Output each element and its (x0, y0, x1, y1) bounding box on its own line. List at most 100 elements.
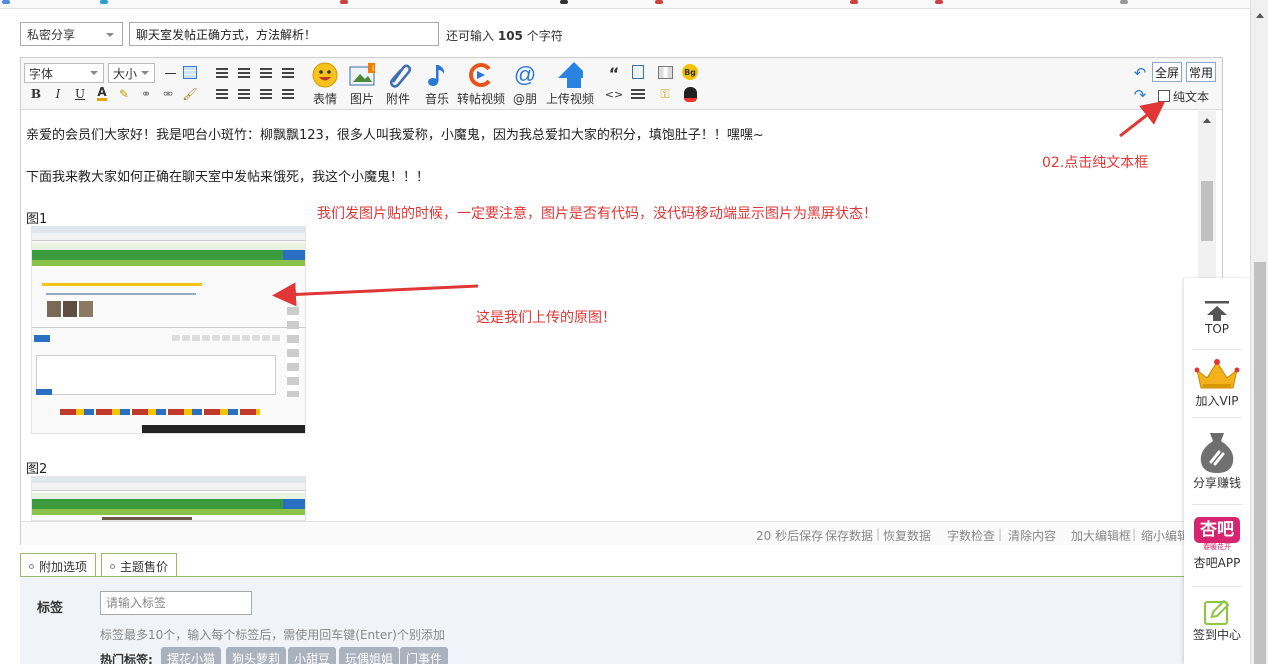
ordered-list-icon (260, 88, 272, 100)
editor-content[interactable]: 亲爱的会员们大家好！我是吧台小斑竹：柳飘飘123，很多人叫我爱称，小魔鬼，因为我… (21, 111, 1206, 521)
hot-tag[interactable]: 摆花小猫 (161, 647, 222, 664)
emoticon-button[interactable]: 表情 (306, 62, 344, 108)
unordered-list-button[interactable] (279, 85, 297, 103)
remain-prefix: 还可输入 (446, 29, 495, 43)
hot-tag[interactable]: 门事件 (400, 647, 449, 664)
align-right-button[interactable] (257, 64, 275, 82)
unordered-list-icon (282, 88, 294, 100)
undo-icon: ↶ (1133, 64, 1147, 82)
table-button[interactable] (181, 63, 199, 81)
hide-button[interactable] (629, 85, 647, 103)
floating-sidepanel: TOP 加入VIP 分享赚钱 杏吧 春暖花开 杏吧APP 签到中心 (1184, 278, 1250, 664)
chevron-down-icon (106, 33, 114, 37)
upload-video-label: 上传视频 (545, 92, 594, 106)
qq-button[interactable] (681, 85, 699, 103)
plain-text-checkbox[interactable] (1158, 90, 1170, 102)
font-color-button[interactable]: A (93, 85, 111, 103)
save-data-link[interactable]: 保存数据 (825, 527, 873, 544)
clear-format-button[interactable]: 🖌 (181, 85, 199, 103)
mention-label: @朋 (512, 92, 537, 106)
fullscreen-button[interactable]: 全屏 (1152, 62, 1183, 82)
rich-text-editor: 字体 大小 B I U A ✎ ⚭ ⚮ 🖌 表情 i 图片 附件 音乐 转帖视频… (20, 57, 1223, 545)
tab-topic-price[interactable]: 主题售价 (101, 553, 178, 577)
link-button[interactable]: ⚭ (137, 85, 155, 103)
back-to-top-button[interactable]: TOP (1184, 300, 1250, 336)
editor-toolbar: 字体 大小 B I U A ✎ ⚭ ⚮ 🖌 表情 i 图片 附件 音乐 转帖视频… (21, 58, 1222, 110)
undo-button[interactable]: ↶ (1131, 64, 1149, 82)
clear-content-link[interactable]: 清除内容 (1008, 527, 1056, 544)
key-icon: ⚿ (660, 86, 670, 101)
redo-button[interactable]: ↷ (1131, 86, 1149, 104)
bold-button[interactable]: B (27, 85, 45, 103)
spellcheck-icon: ✎ (118, 87, 130, 101)
hot-tag[interactable]: 小甜豆 (288, 647, 337, 664)
font-select[interactable]: 字体 (24, 63, 104, 83)
size-select[interactable]: 大小 (108, 63, 155, 83)
hide-icon (631, 88, 645, 100)
top-label: TOP (1204, 322, 1229, 336)
editor-scroll-thumb[interactable] (1201, 181, 1213, 241)
tab-extra-options[interactable]: 附加选项 (20, 553, 97, 577)
background-button[interactable]: Bg (681, 63, 699, 81)
upload-video-button[interactable]: 上传视频 (545, 62, 595, 108)
enlarge-editor-link[interactable]: 加大编辑框 (1071, 527, 1131, 544)
password-button[interactable]: ⚿ (656, 85, 674, 103)
spellcheck-button[interactable]: ✎ (115, 85, 133, 103)
shrink-editor-link[interactable]: 缩小编辑 (1141, 527, 1189, 544)
remain-count: 105 (497, 29, 523, 43)
at-sign-icon: @ (513, 62, 537, 87)
image-button[interactable]: i 图片 (343, 62, 381, 108)
attachment-button[interactable]: 附件 (379, 62, 417, 108)
common-button[interactable]: 常用 (1186, 62, 1217, 82)
horizontal-rule-button[interactable] (161, 64, 179, 82)
outdent-icon (238, 88, 250, 100)
editor-statusbar: 20 秒后保存 保存数据 | 恢复数据 字数检查 | 清除内容 加大编辑框 | … (21, 521, 1222, 545)
smiley-icon (312, 62, 338, 88)
brush-icon: 🖌 (182, 87, 198, 101)
app-download-button[interactable]: 杏吧 春暖花开 杏吧APP (1184, 514, 1250, 571)
align-justify-button[interactable] (279, 64, 297, 82)
title-input[interactable] (129, 22, 439, 46)
tag-input[interactable] (100, 591, 252, 615)
restore-data-link[interactable]: 恢复数据 (883, 527, 931, 544)
figure-1-label: 图1 (26, 212, 48, 227)
unlink-button[interactable]: ⚮ (159, 85, 177, 103)
columns-button[interactable] (656, 63, 674, 81)
scroll-up-icon (1203, 118, 1211, 123)
code-icon: <> (604, 87, 624, 101)
arrow-up-icon (1184, 300, 1250, 322)
hot-tag[interactable]: 玩偶姐姐 (339, 647, 400, 664)
ordered-list-button[interactable] (257, 85, 275, 103)
page-button[interactable] (629, 63, 647, 81)
align-left-button[interactable] (213, 64, 231, 82)
music-button[interactable]: 音乐 (418, 62, 456, 108)
indent-button[interactable] (213, 85, 231, 103)
indent-icon (216, 88, 228, 100)
join-vip-button[interactable]: 加入VIP (1184, 358, 1250, 409)
hot-tag[interactable]: 狗头萝莉 (226, 647, 287, 664)
underline-button[interactable]: U (71, 85, 89, 103)
align-center-button[interactable] (235, 64, 253, 82)
code-button[interactable]: <> (605, 85, 623, 103)
checkin-center-button[interactable]: 签到中心 (1184, 598, 1250, 643)
quote-button[interactable]: “ (605, 64, 623, 83)
extra-options-panel: 标签 标签最多10个，输入每个标签后，需使用回车键(Enter)个别添加 热门标… (20, 576, 1200, 664)
chevron-down-icon (141, 71, 149, 75)
page-scroll-thumb[interactable] (1254, 262, 1266, 664)
music-label: 音乐 (424, 92, 449, 106)
repost-video-button[interactable]: 转帖视频 (457, 62, 506, 108)
privacy-select-value: 私密分享 (27, 28, 76, 42)
share-earn-button[interactable]: 分享赚钱 (1184, 430, 1250, 491)
privacy-select[interactable]: 私密分享 (20, 22, 123, 46)
italic-button[interactable]: I (49, 85, 67, 103)
mention-button[interactable]: @ @朋 (506, 62, 544, 108)
font-select-value: 字体 (29, 67, 54, 81)
align-left-icon (216, 67, 228, 79)
svg-text:i: i (372, 64, 374, 73)
word-count-link[interactable]: 字数检查 (947, 527, 995, 544)
outdent-button[interactable] (235, 85, 253, 103)
repost-video-label: 转帖视频 (457, 92, 506, 106)
annotation-plain-text: 02.点击纯文本框 (1042, 155, 1149, 171)
page-scrollbar[interactable] (1250, 0, 1268, 664)
money-bag-icon (1184, 430, 1250, 474)
